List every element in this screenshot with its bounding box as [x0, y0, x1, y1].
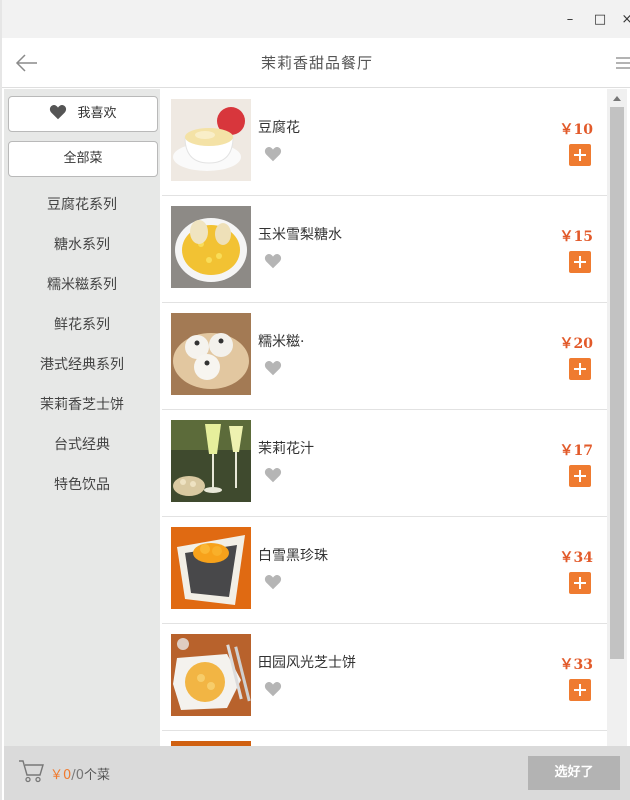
favorite-heart-icon[interactable] [264, 360, 282, 376]
scroll-up-arrow-icon[interactable] [613, 96, 621, 101]
list-scrollbar[interactable] [607, 89, 627, 746]
dish-price: ￥10 [559, 122, 593, 138]
dish-photo [171, 313, 251, 395]
category-item[interactable]: 糯米糍系列 [4, 265, 160, 305]
cart-summary: ￥0/0个菜 [50, 764, 110, 783]
category-item[interactable]: 特色饮品 [4, 465, 160, 505]
dish-item-partial[interactable] [162, 731, 607, 746]
close-button[interactable]: × [615, 8, 630, 32]
category-item[interactable]: 港式经典系列 [4, 345, 160, 385]
menu-button[interactable] [616, 55, 630, 71]
category-item[interactable]: 台式经典 [4, 425, 160, 465]
favorite-heart-icon[interactable] [264, 467, 282, 483]
dish-item[interactable]: 茉莉花汁 ￥17 [162, 410, 607, 517]
dish-item[interactable]: 田园风光芝士饼 ￥33 [162, 624, 607, 731]
scrollbar-thumb[interactable] [610, 107, 624, 659]
dish-photo [171, 206, 251, 288]
dish-price: ￥15 [559, 229, 593, 245]
cart-currency: ￥ [50, 768, 64, 783]
add-to-cart-button[interactable] [569, 679, 591, 701]
dish-name: 白雪黑珍珠 [258, 548, 328, 564]
dish-item[interactable]: 白雪黑珍珠 ￥34 [162, 517, 607, 624]
shopping-cart-icon[interactable] [18, 759, 44, 783]
dish-list: 豆腐花 ￥10 玉米雪梨糖水 ￥15 糯米糍· ￥20 茉莉花汁 ￥17 白雪黑… [162, 89, 607, 746]
add-to-cart-button[interactable] [569, 251, 591, 273]
add-to-cart-button[interactable] [569, 144, 591, 166]
dish-photo [171, 634, 251, 716]
dish-price: ￥33 [559, 657, 593, 673]
checkout-button[interactable]: 选好了 [528, 756, 620, 790]
favorite-heart-icon[interactable] [264, 681, 282, 697]
dish-item[interactable]: 糯米糍· ￥20 [162, 303, 607, 410]
dish-price: ￥17 [559, 443, 593, 459]
dish-item[interactable]: 玉米雪梨糖水 ￥15 [162, 196, 607, 303]
heart-icon [50, 105, 67, 120]
app-header: 茉莉香甜品餐厅 [2, 38, 630, 88]
maximize-button[interactable]: □ [588, 8, 612, 32]
add-to-cart-button[interactable] [569, 572, 591, 594]
add-to-cart-button[interactable] [569, 465, 591, 487]
cart-unit: 个菜 [83, 768, 110, 783]
dish-photo [171, 420, 251, 502]
add-to-cart-button[interactable] [569, 358, 591, 380]
dish-photo [171, 527, 251, 609]
all-dishes-button[interactable]: 全部菜 [8, 141, 158, 177]
dish-name: 豆腐花 [258, 120, 300, 136]
cart-count: 0 [75, 768, 84, 783]
dish-price: ￥20 [559, 336, 593, 352]
category-item[interactable]: 茉莉香芝士饼 [4, 385, 160, 425]
favorite-heart-icon[interactable] [264, 574, 282, 590]
cart-footer: ￥0/0个菜 选好了 [4, 746, 630, 800]
dish-price: ￥34 [559, 550, 593, 566]
app-window: – □ × 茉莉香甜品餐厅 我喜欢 全部菜 豆腐花系列 糖水系列 糯米糍系列 鲜… [0, 0, 630, 800]
category-item[interactable]: 豆腐花系列 [4, 185, 160, 225]
favorites-label: 我喜欢 [77, 106, 117, 121]
favorites-button[interactable]: 我喜欢 [8, 96, 158, 132]
hamburger-menu-icon [616, 57, 630, 69]
favorite-heart-icon[interactable] [264, 146, 282, 162]
category-item[interactable]: 鲜花系列 [4, 305, 160, 345]
dish-item[interactable]: 豆腐花 ￥10 [162, 89, 607, 196]
dish-name: 茉莉花汁 [258, 441, 314, 457]
dish-name: 糯米糍· [258, 334, 305, 350]
window-titlebar: – □ × [2, 0, 630, 38]
dish-name: 田园风光芝士饼 [258, 655, 356, 671]
favorite-heart-icon[interactable] [264, 253, 282, 269]
category-sidebar: 我喜欢 全部菜 豆腐花系列 糖水系列 糯米糍系列 鲜花系列 港式经典系列 茉莉香… [4, 89, 160, 746]
minimize-button[interactable]: – [558, 8, 582, 32]
page-title: 茉莉香甜品餐厅 [260, 54, 373, 72]
dish-name: 玉米雪梨糖水 [258, 227, 342, 243]
category-item[interactable]: 糖水系列 [4, 225, 160, 265]
dish-photo [171, 99, 251, 181]
